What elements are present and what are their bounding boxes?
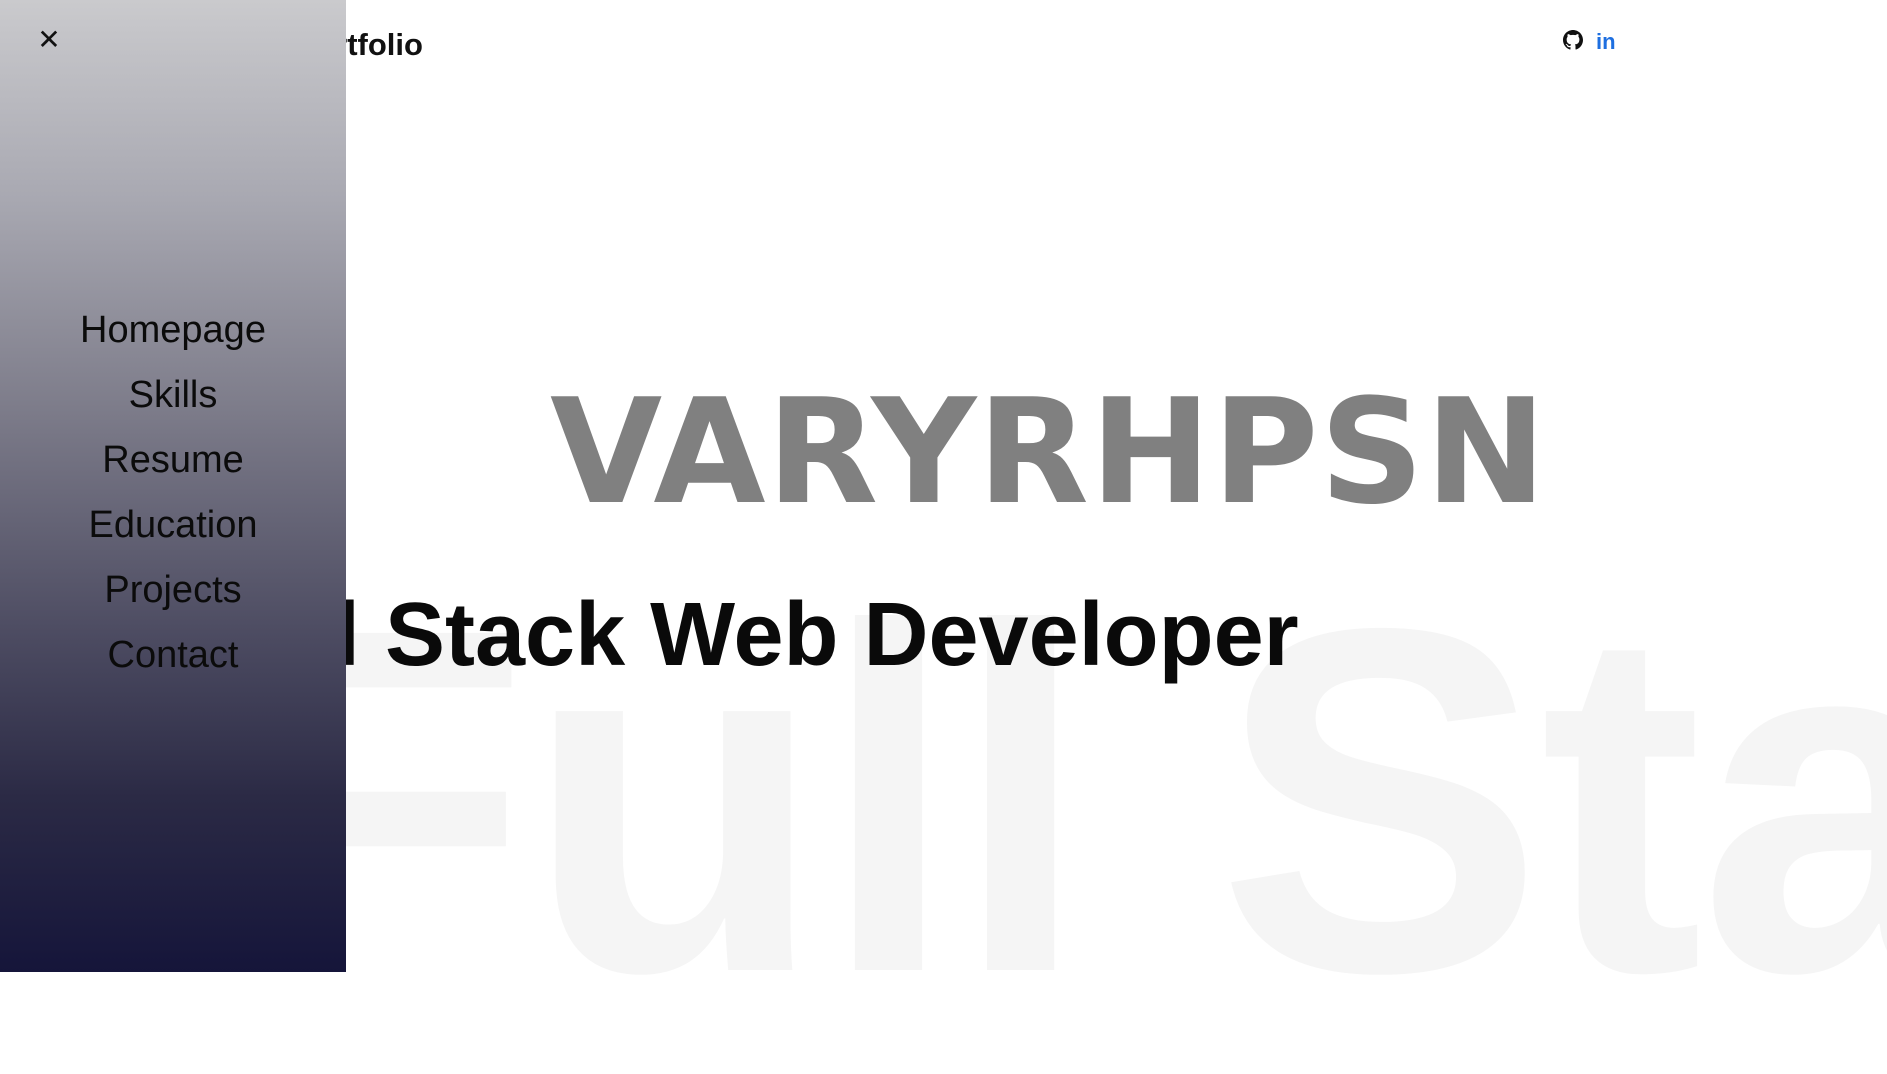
drawer-nav-list: Homepage Skills Resume Education Project… (0, 304, 346, 694)
nav-item-resume: Resume (0, 434, 346, 499)
role-heading: Full Stack Web Developer (200, 585, 1299, 685)
nav-item-projects: Projects (0, 564, 346, 629)
nav-item-homepage: Homepage (0, 304, 346, 369)
nav-link-contact[interactable]: Contact (108, 634, 239, 676)
nav-link-resume[interactable]: Resume (102, 439, 244, 481)
nav-link-education[interactable]: Education (88, 504, 257, 546)
github-link[interactable] (1563, 30, 1583, 55)
nav-link-projects[interactable]: Projects (104, 569, 241, 611)
nav-item-education: Education (0, 499, 346, 564)
nav-item-contact: Contact (0, 629, 346, 694)
nav-link-skills[interactable]: Skills (129, 374, 218, 416)
nav-link-homepage[interactable]: Homepage (80, 309, 266, 351)
nav-item-skills: Skills (0, 369, 346, 434)
linkedin-icon: in (1596, 29, 1616, 54)
close-icon[interactable]: ✕ (36, 26, 62, 54)
side-navigation-drawer: ✕ Homepage Skills Resume Education Proje… (0, 0, 346, 972)
scrambled-name-text: VARYRHPSN (550, 368, 1548, 537)
linkedin-link[interactable]: in (1596, 31, 1616, 54)
github-icon (1563, 30, 1583, 50)
social-links: in (1563, 30, 1616, 55)
